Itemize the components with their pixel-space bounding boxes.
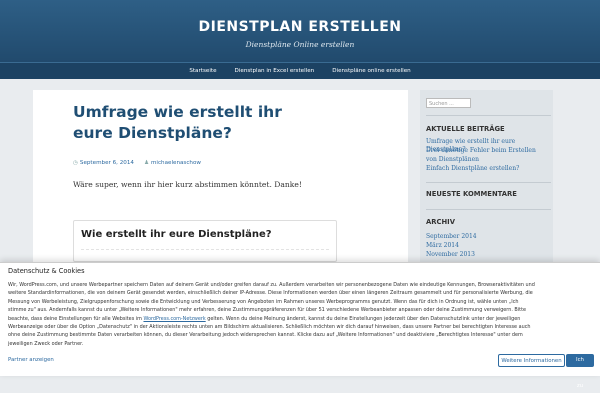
recent-comments-title: NEUESTE KOMMENTARE (426, 190, 517, 198)
archive-title: ARCHIV (426, 218, 455, 226)
site-description: Dienstpläne Online erstellen (245, 40, 355, 49)
post-meta: ◷ September 6, 2014 ♟ michaelenaschow (73, 160, 201, 166)
consent-text-part: gelten. Wenn du deine Meinung änderst, k… (205, 315, 521, 322)
recent-post-link[interactable]: Einfach Dienstpläne erstellen? (426, 165, 551, 173)
site-header: DIENSTPLAN ERSTELLEN Dienstpläne Online … (0, 0, 600, 62)
post-author[interactable]: michaelenaschow (151, 160, 201, 166)
consent-title: Datenschutz & Cookies (8, 267, 85, 275)
recent-post-link[interactable]: Drei unnötige Fehler beim Erstellen (426, 147, 551, 155)
post-title[interactable]: Umfrage wie erstellt ihr eure Dienstplän… (73, 102, 323, 144)
consent-line: weitere Standardinformationen, die von d… (8, 290, 533, 297)
nav-item-excel[interactable]: Dienstplan in Excel erstellen (235, 63, 315, 79)
recent-posts-title: AKTUELLE BEITRÄGE (426, 125, 505, 133)
search-input[interactable]: Suchen ... (426, 98, 471, 108)
main-navigation: Startseite Dienstplan in Excel erstellen… (0, 62, 600, 79)
divider (81, 249, 329, 250)
divider (426, 209, 551, 210)
recent-post-link[interactable]: von Dienstplänen (426, 156, 551, 164)
post-body: Wäre super, wenn ihr hier kurz abstimmen… (73, 180, 302, 189)
show-partners-link[interactable]: Partner anzeigen (8, 357, 54, 363)
agree-button[interactable]: Ich stimme zu (566, 354, 594, 389)
archive-link[interactable]: September 2014 (426, 233, 551, 241)
consent-line: ohne deine Zustimmung bestimmte Daten ve… (8, 332, 523, 339)
survey-title: Wie erstellt ihr eure Dienstpläne? (81, 229, 272, 240)
consent-line: stimme zu" aus. Andernfalls kannst du un… (8, 307, 526, 314)
user-icon: ♟ (143, 160, 149, 166)
consent-line: jeweiligen Zweck oder Partner. (8, 340, 84, 347)
consent-text-part: beachte, dass deine Einstellungen für al… (8, 315, 144, 322)
post-title-line-1: Umfrage wie erstellt ihr (73, 103, 282, 121)
clock-icon: ◷ (73, 160, 78, 166)
archive-link[interactable]: November 2013 (426, 251, 551, 259)
consent-line: Werbeanzeige oder über die Option „Daten… (8, 324, 531, 331)
survey-embed: Wie erstellt ihr eure Dienstpläne? (73, 220, 337, 262)
consent-text: Wir, WordPress.com, und unsere Werbepart… (8, 281, 593, 348)
cookie-consent-banner: Datenschutz & Cookies Wir, WordPress.com… (0, 262, 600, 389)
archive-link[interactable]: März 2014 (426, 242, 551, 250)
nav-item-online[interactable]: Dienstpläne online erstellen (332, 63, 410, 79)
divider (426, 115, 551, 116)
divider (426, 182, 551, 183)
more-info-button[interactable]: Weitere Informationen (498, 354, 565, 367)
site-title[interactable]: DIENSTPLAN ERSTELLEN (0, 19, 600, 35)
post-title-line-2: eure Dienstpläne? (73, 124, 232, 142)
post-date[interactable]: September 6, 2014 (80, 160, 134, 166)
consent-line: beachte, dass deine Einstellungen für al… (8, 315, 593, 323)
consent-line: Wir, WordPress.com, und unsere Werbepart… (8, 282, 535, 288)
nav-item-startseite[interactable]: Startseite (189, 63, 216, 79)
consent-line: Messung von Werbeleistung, Zielgruppenfo… (8, 298, 519, 305)
wordpress-network-link[interactable]: WordPress.com-Netzwerk (143, 316, 205, 322)
